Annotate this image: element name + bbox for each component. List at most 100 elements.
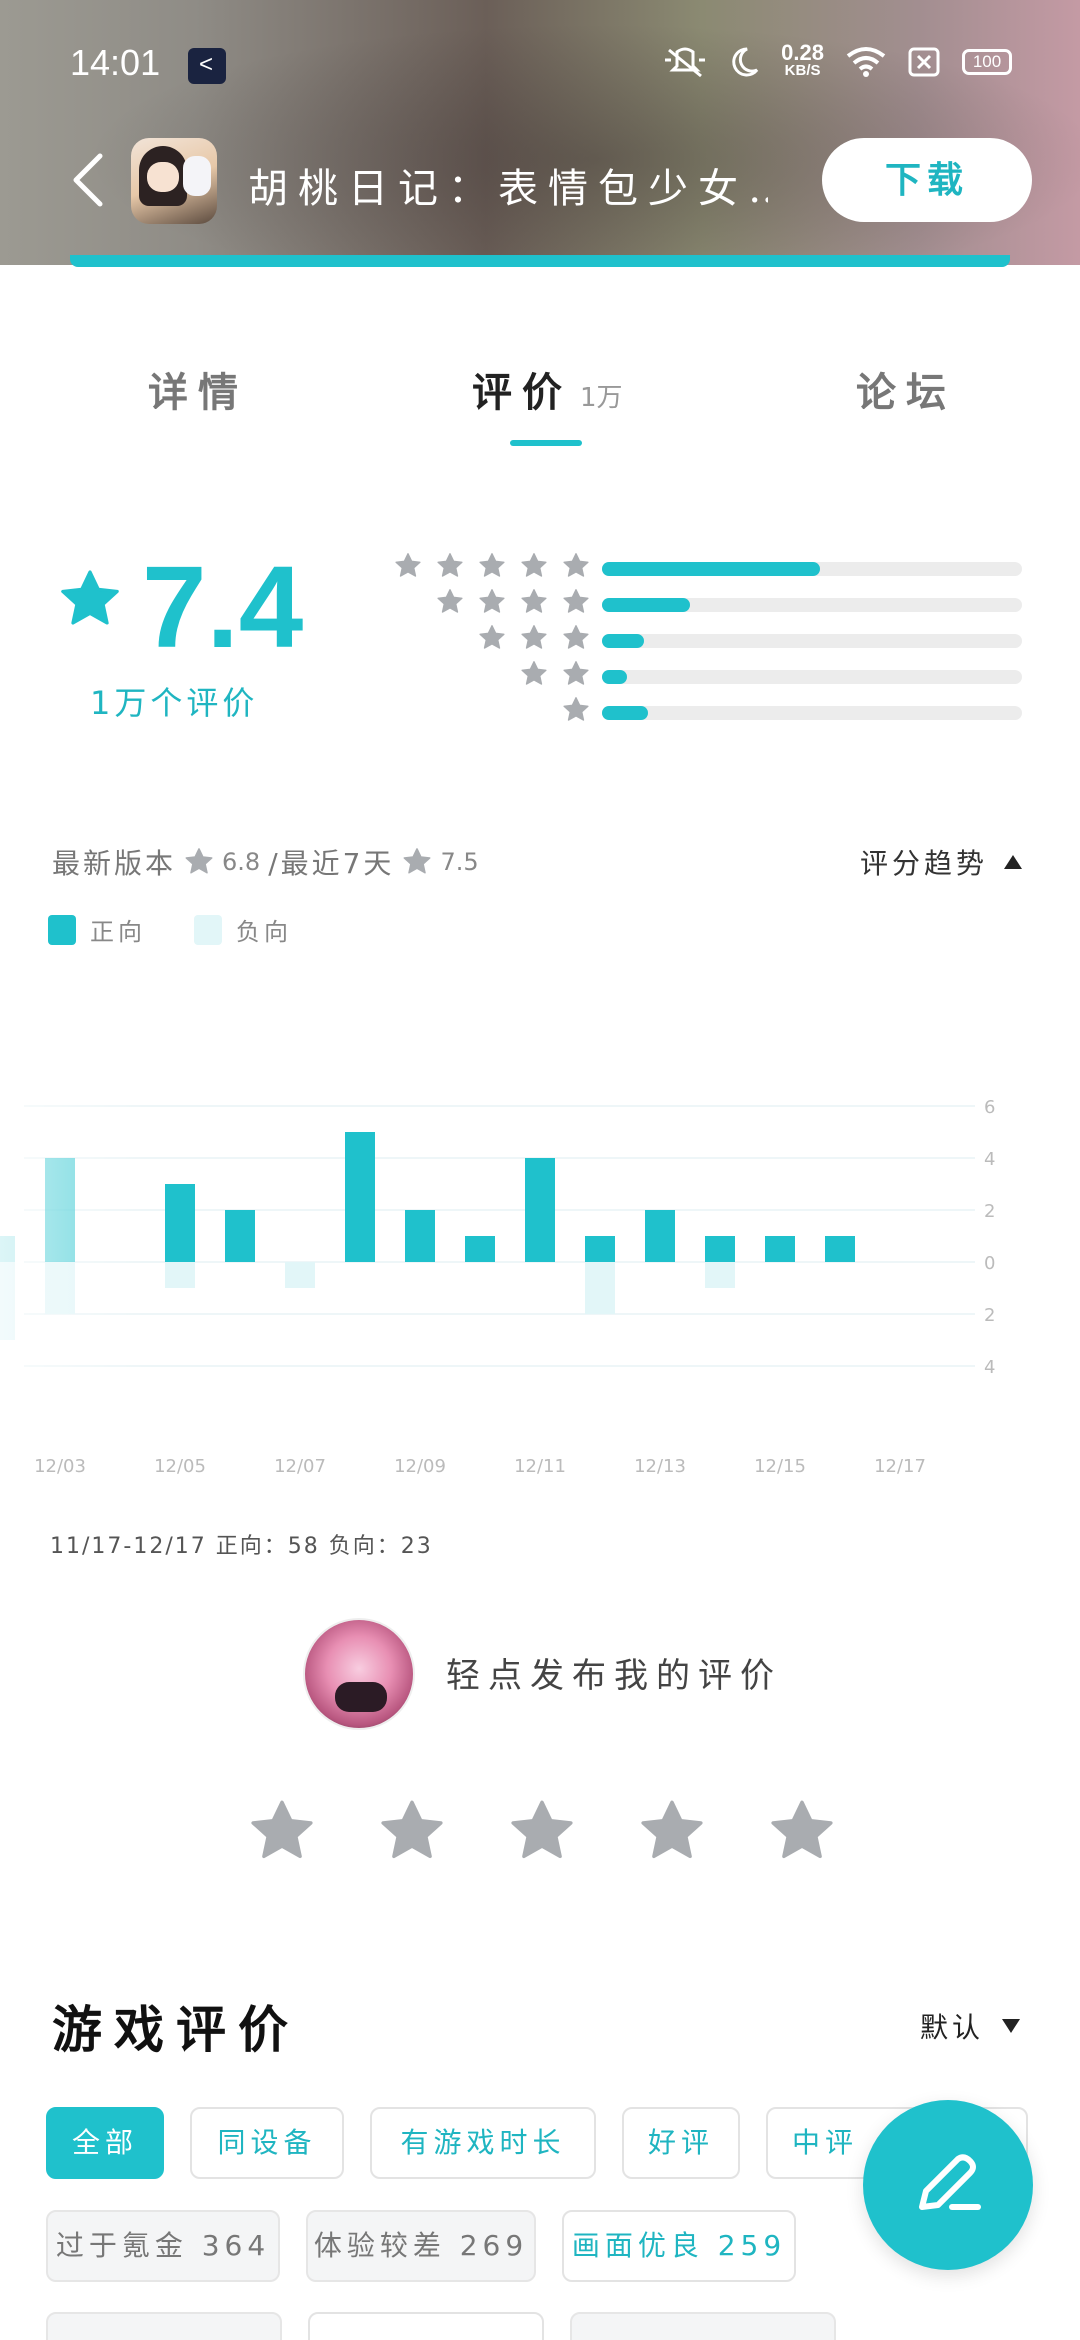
distribution-bar-fill xyxy=(602,634,644,648)
star-icon xyxy=(479,589,505,613)
star-icon xyxy=(61,570,119,625)
star-icon xyxy=(479,553,505,577)
bar-positive xyxy=(645,1210,675,1262)
filter-chip-all[interactable]: 全部 xyxy=(46,2107,164,2179)
chart-legend: 正向 负向 xyxy=(48,912,292,947)
latest-version-score: 6.8 xyxy=(222,848,261,876)
y-tick-label: 0 xyxy=(984,1253,995,1274)
filter-chip-positive[interactable]: 好评 xyxy=(622,2107,740,2179)
post-review-section: 轻点发布我的评价 xyxy=(0,1618,1080,1918)
bar-positive xyxy=(465,1236,495,1262)
status-time: 14:01 xyxy=(70,42,161,83)
rate-star-3-icon[interactable] xyxy=(508,1798,576,1866)
legend-swatch-negative xyxy=(194,914,222,945)
x-tick-label: 12/09 xyxy=(394,1456,446,1477)
bar-negative xyxy=(585,1262,615,1314)
filter-chip-too-pay-to-win[interactable]: 过于氪金 364 xyxy=(46,2210,280,2282)
star-icon xyxy=(563,553,589,577)
y-tick-label: 4 xyxy=(984,1149,995,1170)
trend-summary: 11/17-12/17 正向：58 负向：23 xyxy=(50,1534,433,1559)
mute-icon xyxy=(665,47,706,78)
rate-star-2-icon[interactable] xyxy=(378,1798,446,1866)
rating-input xyxy=(248,1798,836,1866)
bar-positive xyxy=(225,1210,255,1262)
star-icon xyxy=(521,553,547,577)
rate-star-5-icon[interactable] xyxy=(768,1798,836,1866)
y-tick-label: 2 xyxy=(984,1201,995,1222)
app-name: 胡桃日记：表情包少女… xyxy=(248,166,768,212)
chart-fade-overlay xyxy=(0,1000,150,1440)
bar-positive xyxy=(705,1236,735,1262)
no-sim-icon xyxy=(908,47,940,77)
rating-trend-label: 评分趋势 xyxy=(859,847,988,880)
reviews-section-title: 游戏评价 xyxy=(52,2000,300,2059)
star-icon xyxy=(563,697,589,721)
star-icon xyxy=(563,589,589,613)
bar-positive xyxy=(165,1184,195,1262)
trend-header: 最新版本 6.8 /最近7天 7.5 评分趋势 xyxy=(0,838,1080,888)
filter-chip-partial[interactable] xyxy=(46,2312,282,2340)
filter-chip-same-device[interactable]: 同设备 xyxy=(190,2107,344,2179)
status-icons: 0.28 KB/S 100 xyxy=(663,42,1012,80)
x-tick-label: 12/07 xyxy=(274,1456,326,1477)
rating-summary: 7.4 1万个评价 xyxy=(0,540,1080,740)
y-tick-label: 6 xyxy=(984,1097,995,1118)
distribution-bar-track xyxy=(602,706,1022,720)
distribution-row-2-star xyxy=(380,660,1022,696)
x-tick-label: 12/15 xyxy=(754,1456,806,1477)
tab-label: 详情 xyxy=(148,370,248,416)
y-tick-label: 4 xyxy=(984,1357,995,1378)
tab-count: 1万 xyxy=(580,383,623,413)
star-icon xyxy=(563,625,589,649)
rate-star-4-icon[interactable] xyxy=(638,1798,706,1866)
app-nav-row: 胡桃日记：表情包少女… 下载 xyxy=(0,138,1080,228)
tab-bar: 详情 评价 1万 论坛 xyxy=(0,350,1080,450)
y-tick-label: 2 xyxy=(984,1305,995,1326)
star-icon xyxy=(185,848,213,874)
rating-trend-toggle[interactable]: 评分趋势 xyxy=(860,842,1022,882)
moon-icon xyxy=(732,47,759,77)
distribution-row-3-star xyxy=(380,624,1022,660)
filter-chip-partial[interactable] xyxy=(308,2312,544,2340)
filter-chip-poor-experience[interactable]: 体验较差 269 xyxy=(306,2210,536,2282)
download-button[interactable]: 下载 xyxy=(822,138,1032,222)
star-icon xyxy=(521,589,547,613)
star-icon xyxy=(521,625,547,649)
x-tick-label: 12/11 xyxy=(514,1456,566,1477)
distribution-row-1-star xyxy=(380,696,1022,732)
bar-negative xyxy=(285,1262,315,1288)
distribution-bar-track xyxy=(602,562,1022,576)
distribution-bar-track xyxy=(602,634,1022,648)
distribution-bar-track xyxy=(602,598,1022,612)
distribution-bar-fill xyxy=(602,706,649,720)
bar-positive xyxy=(405,1210,435,1262)
filter-chip-has-playtime[interactable]: 有游戏时长 xyxy=(370,2107,596,2179)
bar-positive xyxy=(585,1236,615,1262)
review-count: 1万个评价 xyxy=(90,684,259,722)
net-speed-unit: KB/S xyxy=(784,62,821,79)
sort-dropdown[interactable]: 默认 xyxy=(920,2006,1020,2046)
star-icon xyxy=(403,848,431,874)
bar-positive xyxy=(765,1236,795,1262)
star-icon xyxy=(479,625,505,649)
back-arrow-icon[interactable] xyxy=(62,150,122,210)
bar-negative xyxy=(705,1262,735,1288)
recent-label: /最近7天 xyxy=(268,847,395,880)
star-icon xyxy=(437,553,463,577)
tab-details[interactable]: 详情 xyxy=(148,360,248,418)
star-icon xyxy=(563,661,589,685)
active-tab-indicator xyxy=(510,440,582,446)
write-review-button[interactable] xyxy=(863,2100,1033,2270)
legend-label-negative: 负向 xyxy=(236,918,292,946)
header-accent-bar xyxy=(70,255,1010,267)
tab-forum[interactable]: 论坛 xyxy=(856,360,956,418)
tab-reviews[interactable]: 评价 1万 xyxy=(472,360,623,418)
rate-star-1-icon[interactable] xyxy=(248,1798,316,1866)
filter-chip-good-graphics[interactable]: 画面优良 259 xyxy=(562,2210,796,2282)
post-review-prompt[interactable]: 轻点发布我的评价 xyxy=(446,1648,782,1697)
battery-indicator: 100 xyxy=(962,49,1012,75)
legend-label-positive: 正向 xyxy=(90,918,146,946)
legend-swatch-positive xyxy=(48,914,76,945)
filter-chip-partial[interactable] xyxy=(570,2312,836,2340)
status-bar: 14:01 0.28 KB/S 100 xyxy=(0,0,1080,130)
